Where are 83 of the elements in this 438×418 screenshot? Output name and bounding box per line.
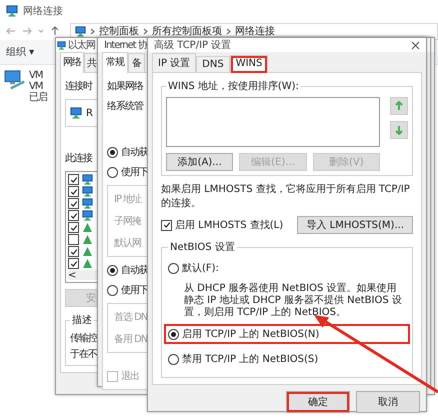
organize-button[interactable]: 组织 ▾ <box>6 45 34 59</box>
tab[interactable]: 备 <box>128 53 145 72</box>
tab[interactable]: WINS <box>230 55 268 73</box>
tab[interactable]: DNS <box>196 56 230 72</box>
group-label: 描述 <box>71 314 93 327</box>
description-text: 于在不 <box>70 348 97 361</box>
dialog-button[interactable]: 确定 <box>286 391 350 413</box>
checkbox[interactable] <box>68 222 79 233</box>
adapter-name: R <box>86 108 93 118</box>
field-label: 默认网 <box>114 237 141 250</box>
list-action-button[interactable]: 添加(A)... <box>166 153 234 171</box>
breadcrumb-item[interactable]: 所有控制面板项 <box>152 24 222 38</box>
radio-button[interactable] <box>107 264 118 276</box>
tab[interactable]: 网络 <box>60 52 84 73</box>
dialog-button[interactable]: 取消 <box>356 391 420 413</box>
radio-button[interactable] <box>168 262 179 274</box>
ethernet-icon <box>57 40 66 50</box>
group-label: NetBIOS 设置 <box>169 240 236 254</box>
checkbox-label: 退出 <box>121 370 139 383</box>
breadcrumb-item[interactable]: 控制面板 <box>99 24 139 38</box>
radio-button[interactable] <box>107 166 118 178</box>
highlight-frame <box>287 392 349 412</box>
close-icon[interactable] <box>411 40 420 50</box>
component-icon <box>82 186 93 197</box>
scroll-arrow[interactable]: < <box>68 270 76 280</box>
highlight-frame <box>230 56 268 73</box>
field-label: IP 地址 <box>114 192 142 206</box>
dialog-title: Internet 协 <box>104 38 147 52</box>
down-arrow-icon <box>395 125 403 135</box>
dialog-title: 以太网 <box>68 38 95 52</box>
chevron-icon <box>226 28 231 34</box>
dialog-title: 高级 TCP/IP 设置 <box>154 38 232 52</box>
network-adapter-icon <box>4 70 26 90</box>
checkbox[interactable] <box>68 186 79 197</box>
chevron-icon <box>90 28 95 34</box>
radio-label: 禁用 TCP/IP 上的 NetBIOS(S) <box>182 352 318 366</box>
group-label: WINS 地址，按使用排序(W): <box>167 80 300 93</box>
intro-text: 络系统管 <box>107 100 143 113</box>
protocol-icon <box>82 234 93 245</box>
tab[interactable]: IP 设置 <box>152 53 196 72</box>
adapter-label: 已启 <box>29 92 47 103</box>
radio-button[interactable] <box>168 354 179 364</box>
protocol-icon <box>82 222 93 233</box>
component-icon <box>82 174 93 185</box>
checkbox[interactable] <box>68 246 79 257</box>
radio-label: 默认(F): <box>182 262 219 275</box>
component-icon <box>82 198 93 209</box>
network-icon <box>6 5 18 17</box>
up-arrow-icon <box>395 101 403 111</box>
adapter-icon <box>70 107 82 119</box>
window-title: 网络连接 <box>23 4 63 18</box>
tab[interactable]: 常规 <box>102 52 128 73</box>
up-icon[interactable] <box>50 26 60 36</box>
checkbox[interactable] <box>161 220 172 230</box>
control-panel-icon <box>75 26 86 36</box>
radio-label: 使用下 <box>121 166 148 179</box>
lmhosts-note: 如果启用 LMHOSTS 查找，它将应用于所有启用 TCP/IP 的连接。 <box>161 182 411 210</box>
field-label: 连接时 <box>65 80 92 93</box>
radio-label: 使用下 <box>121 284 148 297</box>
checkbox[interactable] <box>68 174 79 185</box>
description-text: 传输控 <box>70 332 97 345</box>
adapter-label: VM <box>29 81 42 92</box>
checkbox[interactable] <box>107 370 118 382</box>
component-icon <box>82 210 93 221</box>
checkbox[interactable] <box>68 198 79 209</box>
wins-address-list[interactable] <box>166 97 380 147</box>
field-label: 此连接 <box>65 152 92 165</box>
radio-button[interactable] <box>107 146 118 158</box>
checkbox-label: 启用 LMHOSTS 查找(L) <box>175 218 284 232</box>
breadcrumb-item[interactable]: 网络连接 <box>235 24 275 38</box>
option-description: 从 DHCP 服务器使用 NetBIOS 设置。如果使用静态 IP 地址或 DHCP 服务器不提供 NetBIOS 设置，则启用 TCP/IP 上的 NetBIOS。 <box>183 283 403 319</box>
radio-button[interactable] <box>168 328 179 340</box>
import-lmhosts-button[interactable]: 导入 LMHOSTS(M)... <box>297 216 413 234</box>
radio-label: 启用 TCP/IP 上的 NetBIOS(N) <box>182 328 320 341</box>
adapter-label: VM <box>29 70 42 81</box>
intro-text: 如果网络 <box>107 80 143 93</box>
checkbox[interactable] <box>68 258 79 269</box>
checkbox[interactable] <box>68 210 79 221</box>
protocol-icon <box>82 246 93 257</box>
radio-button[interactable] <box>107 284 118 296</box>
checkbox[interactable] <box>68 234 79 245</box>
field-label: 子网掩 <box>114 215 141 228</box>
chevron-icon <box>143 28 148 34</box>
